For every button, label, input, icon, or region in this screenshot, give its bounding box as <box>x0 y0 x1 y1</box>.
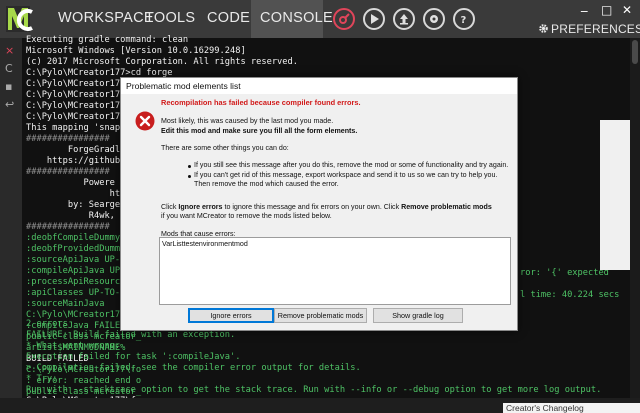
nav-code[interactable]: CODE <box>207 10 250 26</box>
list-item[interactable]: VarListtestenvironmentmod <box>162 240 248 248</box>
instr-remove-bold: Remove problematic mods <box>401 203 492 211</box>
problematic-mods-dialog: Problematic mod elements list Recompilat… <box>120 77 518 331</box>
console-line: ################ <box>26 167 110 177</box>
bullet-dot <box>188 175 191 178</box>
changelog-link[interactable]: Creator's Changelog <box>503 403 640 413</box>
dialog-title: Problematic mod elements list <box>126 81 241 91</box>
console-line: Run with --stacktrace option to get the … <box>26 385 602 395</box>
nav-workspace[interactable]: WORKSPACE <box>58 10 154 26</box>
error-icon <box>135 111 155 131</box>
console-scrollbar-thumb[interactable] <box>632 40 638 64</box>
instr-mid: to ignore this message and fix errors on… <box>222 203 402 211</box>
options-intro: There are some other things you can do: <box>161 144 289 152</box>
ignore-errors-button[interactable]: Ignore errors <box>188 308 274 323</box>
console-line: :sourceMainJava <box>26 299 105 309</box>
clear-icon[interactable]: C <box>5 62 13 75</box>
top-bar: WORKSPACE TOOLS CODE CONSOLE ? _ □ ✕ PRE… <box>0 0 640 38</box>
console-line-fragment: ror: '{' expected <box>520 268 609 278</box>
explanation-line-1: Most likely, this was caused by the last… <box>161 117 334 125</box>
console-line: FAILURE: Build failed with an exception. <box>26 330 236 340</box>
error-heading: Recompilation has failed because compile… <box>161 98 361 107</box>
run-icon[interactable] <box>363 8 385 30</box>
console-line: Microsoft Windows [Version 10.0.16299.24… <box>26 46 246 56</box>
bullet-2b: Then remove the mod which caused the err… <box>194 180 339 188</box>
console-scrollbar[interactable] <box>630 38 640 398</box>
close-button[interactable]: ✕ <box>622 3 632 17</box>
console-line: Execution failed for task ':compileJava'… <box>26 352 241 362</box>
gear-icon[interactable] <box>538 23 549 34</box>
console-line: ################ <box>26 134 110 144</box>
debug-icon[interactable] <box>333 8 355 30</box>
console-line: (c) 2017 Microsoft Corporation. All righ… <box>26 57 298 67</box>
remove-problematic-mods-button[interactable]: Remove problematic mods <box>274 308 367 323</box>
bullet-2a: If you can't get rid of this message, ex… <box>194 171 498 179</box>
console-line: ################ <box>26 222 110 232</box>
wrap-icon[interactable]: ↩ <box>5 98 14 111</box>
show-gradle-log-button[interactable]: Show gradle log <box>373 308 463 323</box>
console-line: Powere <box>26 178 115 188</box>
svg-text:?: ? <box>461 15 467 26</box>
help-icon[interactable]: ? <box>453 8 475 30</box>
instr-prefix: Click <box>161 203 179 211</box>
mods-list[interactable]: VarListtestenvironmentmod <box>159 237 511 305</box>
nav-tools[interactable]: TOOLS <box>145 10 195 26</box>
left-side-strip: × C ▪ ↩ <box>0 38 22 413</box>
nav-console[interactable]: CONSOLE <box>260 10 333 26</box>
workspace-icon[interactable] <box>423 8 445 30</box>
bullet-1: If you still see this message after you … <box>194 161 509 169</box>
instruction-line-1: Click Ignore errors to ignore this messa… <box>161 203 492 212</box>
close-tab-icon[interactable]: × <box>5 44 14 57</box>
console-line: * What went wrong: <box>26 341 121 351</box>
background-panel <box>600 120 630 270</box>
export-icon[interactable] <box>393 8 415 30</box>
bullet-dot <box>188 165 191 168</box>
console-line: 2 errors <box>26 319 68 329</box>
preferences-button[interactable]: PREFERENCES <box>551 22 640 36</box>
console-line-fragment: l time: 40.224 secs <box>520 290 620 300</box>
minimize-button[interactable]: _ <box>581 0 588 13</box>
console-line: > Compilation failed; see the compiler e… <box>26 363 361 373</box>
instruction-line-2: if you want MCreator to remove the mods … <box>161 212 332 220</box>
console-line: Executing gradle command: clean <box>26 35 189 45</box>
maximize-button[interactable]: □ <box>601 3 612 17</box>
mcreator-logo <box>4 4 48 34</box>
console-line: * Try: <box>26 374 58 384</box>
stop-icon[interactable]: ▪ <box>5 80 12 93</box>
instr-ignore-bold: Ignore errors <box>178 203 223 211</box>
explanation-line-2: Edit this mod and make sure you fill all… <box>161 127 358 135</box>
